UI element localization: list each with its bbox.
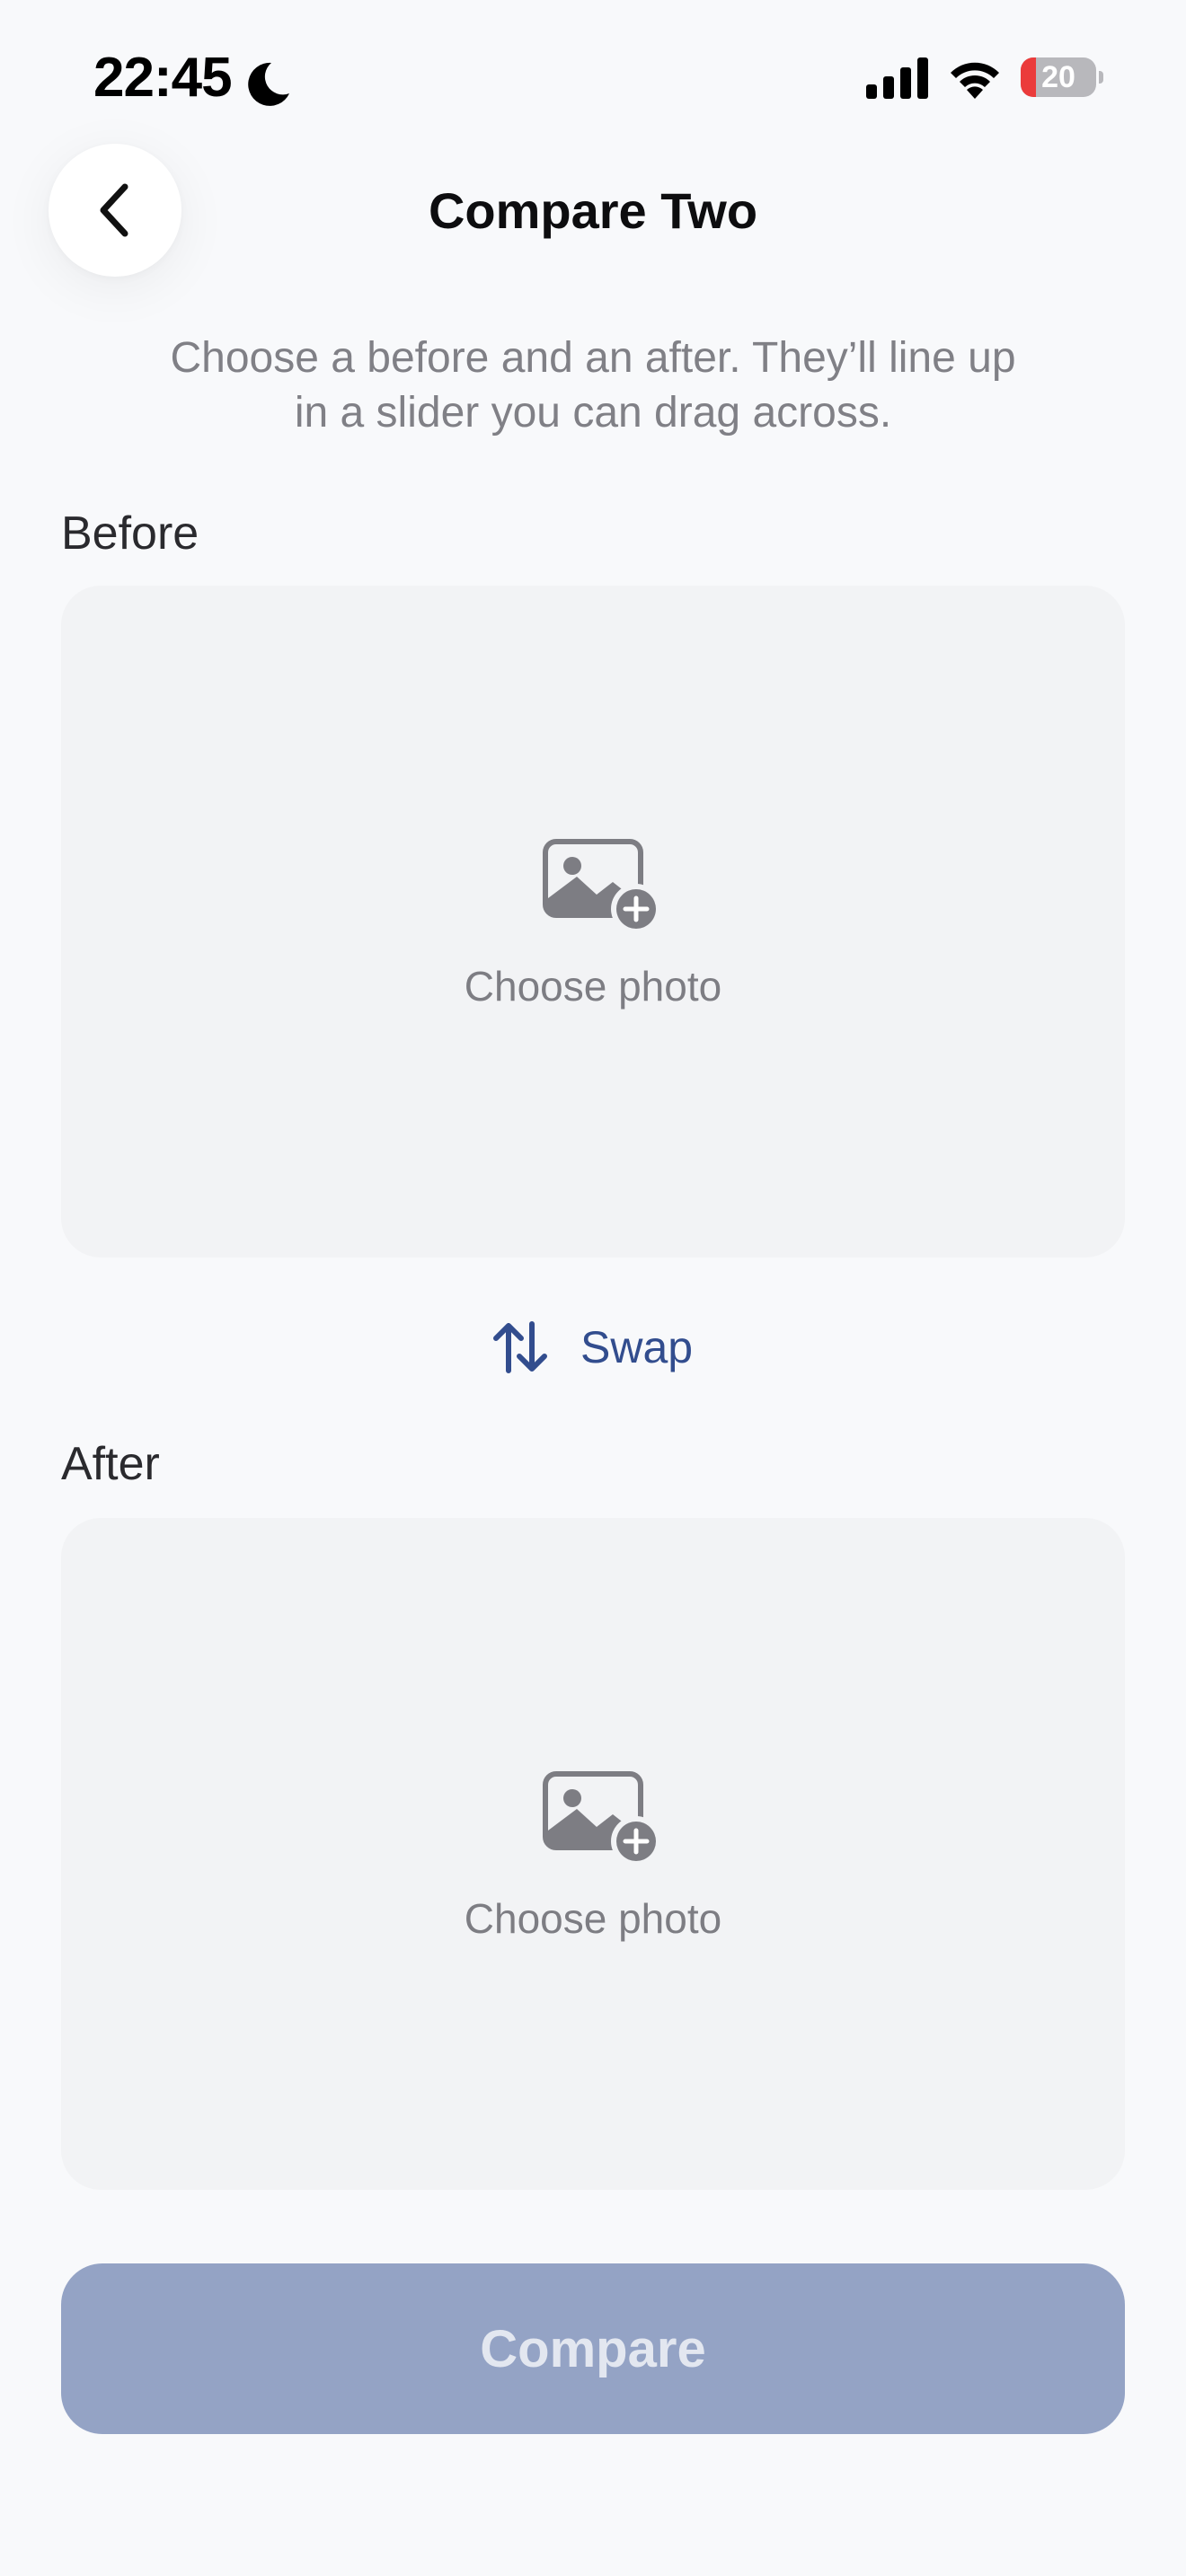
status-time: 22:45 [93,47,233,109]
after-label: After [61,1438,160,1490]
add-photo-icon [543,839,661,934]
instructions-line: in a slider you can drag across. [294,389,892,437]
battery-indicator: 20 [1021,57,1103,97]
swap-label: Swap [580,1322,694,1372]
swap-arrows-icon [493,1321,547,1373]
instructions-text: Choose a before and an after. They’ll li… [117,331,1069,440]
swap-button[interactable]: Swap [491,1313,706,1381]
before-photo-picker[interactable]: Choose photo [61,586,1125,1257]
status-bar: 22:45 20 [0,0,1186,153]
choose-photo-label: Choose photo [464,963,722,1010]
wifi-icon [951,62,999,99]
after-photo-picker[interactable]: Choose photo [61,1518,1125,2190]
compare-label: Compare [480,2319,706,2378]
instructions-line: Choose a before and an after. They’ll li… [170,334,1016,382]
choose-photo-label: Choose photo [464,1895,722,1942]
moon-icon [248,62,289,106]
page-title: Compare Two [428,182,758,239]
before-label: Before [61,507,199,560]
compare-button[interactable]: Compare [61,2263,1125,2434]
battery-level: 20 [1041,60,1075,94]
add-photo-icon [543,1771,661,1866]
cellular-signal-icon [866,57,928,99]
